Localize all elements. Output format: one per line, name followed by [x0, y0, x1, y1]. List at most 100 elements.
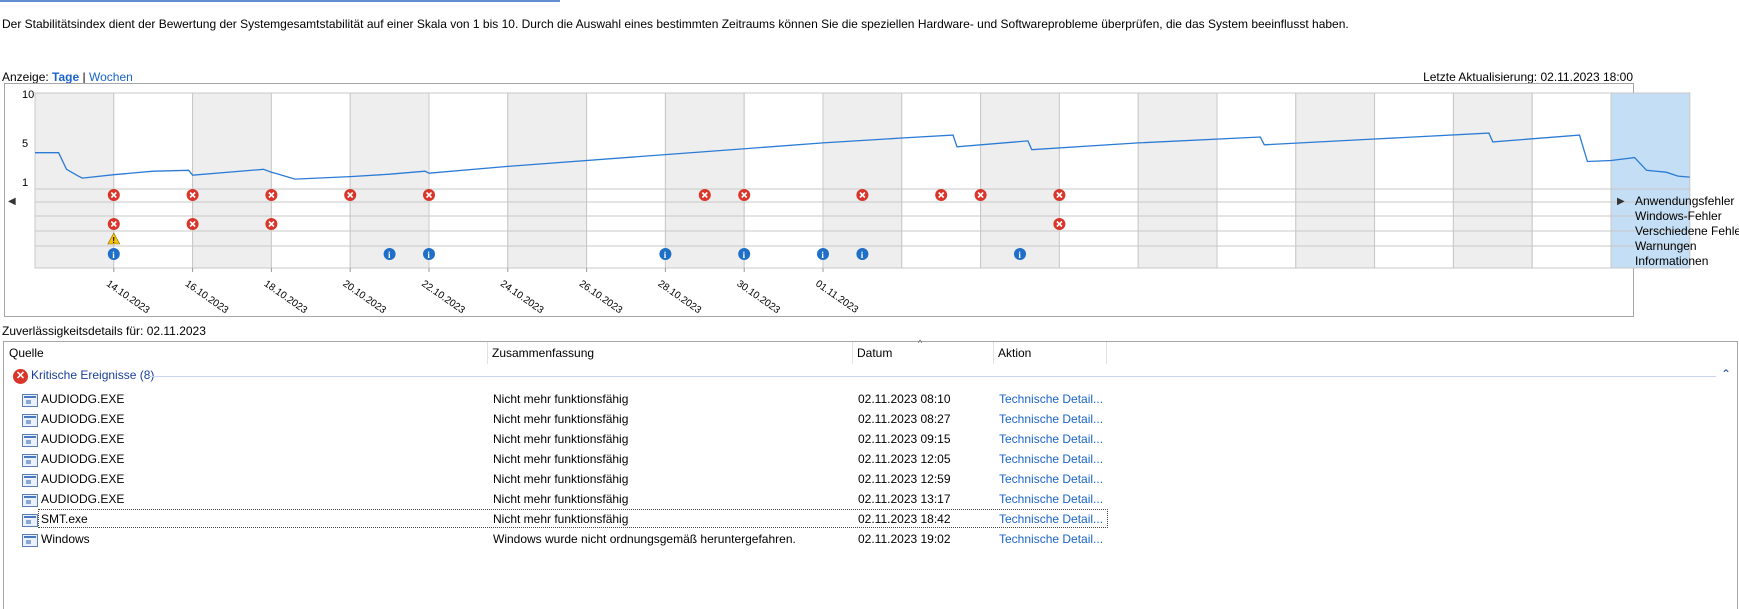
summary-cell: Windows wurde nicht ordnungsgemäß herunt…: [493, 532, 796, 546]
table-row[interactable]: AUDIODG.EXE Nicht mehr funktionsfähig 02.1…: [4, 451, 1724, 469]
action-link[interactable]: Technische Detail...: [999, 412, 1103, 426]
row-label-windows-errors: Windows-Fehler: [1635, 209, 1722, 223]
day-column[interactable]: [822, 92, 903, 269]
x-tick-label: 24.10.2023: [498, 278, 546, 316]
column-header-source[interactable]: Quelle: [9, 346, 44, 360]
source-cell: AUDIODG.EXE: [41, 432, 125, 446]
x-tick-label: 18.10.2023: [262, 278, 310, 316]
day-column[interactable]: [664, 92, 745, 269]
day-column[interactable]: [349, 92, 430, 269]
row-label-misc-errors: Verschiedene Fehler: [1635, 224, 1739, 238]
table-row[interactable]: AUDIODG.EXE Nicht mehr funktionsfähig 02.1…: [4, 471, 1724, 489]
summary-cell: Nicht mehr funktionsfähig: [493, 412, 629, 426]
scroll-left-arrow[interactable]: ◀: [8, 196, 16, 207]
x-tick-label: 16.10.2023: [183, 278, 231, 316]
day-column[interactable]: [1216, 92, 1297, 269]
date-cell: 02.11.2023 12:59: [858, 472, 951, 486]
day-column[interactable]: [1295, 92, 1376, 269]
group-divider: [148, 376, 1716, 377]
day-column[interactable]: [428, 92, 509, 269]
day-column[interactable]: [34, 92, 115, 269]
date-cell: 02.11.2023 13:17: [858, 492, 951, 506]
table-row[interactable]: AUDIODG.EXE Nicht mehr funktionsfähig 02.1…: [4, 391, 1724, 409]
x-tick-label: 30.10.2023: [734, 278, 782, 316]
summary-cell: Nicht mehr funktionsfähig: [493, 492, 629, 506]
date-cell: 02.11.2023 08:27: [858, 412, 951, 426]
source-cell: AUDIODG.EXE: [41, 492, 125, 506]
date-cell: 02.11.2023 09:15: [858, 432, 951, 446]
day-column[interactable]: [192, 92, 272, 269]
day-column[interactable]: [1374, 92, 1454, 269]
table-row[interactable]: AUDIODG.EXE Nicht mehr funktionsfähig 02.1…: [4, 491, 1724, 509]
error-icon: ✕: [13, 369, 28, 384]
day-column[interactable]: [113, 92, 194, 269]
summary-cell: Nicht mehr funktionsfähig: [493, 452, 629, 466]
row-label-warnings: Warnungen: [1635, 239, 1697, 253]
sort-caret-icon: ^: [918, 338, 923, 348]
scroll-right-arrow[interactable]: ▶: [1617, 196, 1625, 207]
table-row[interactable]: AUDIODG.EXE Nicht mehr funktionsfähig 02.1…: [4, 411, 1724, 429]
day-column[interactable]: [980, 92, 1060, 269]
warning-icon-mark: !: [112, 236, 115, 245]
row-label-info: Informationen: [1635, 254, 1709, 268]
day-column[interactable]: [270, 92, 351, 269]
column-divider[interactable]: [993, 342, 994, 364]
application-icon: [22, 454, 38, 467]
y-tick-label: 10: [22, 89, 34, 101]
column-header-summary[interactable]: Zusammenfassung: [492, 346, 594, 360]
application-icon: [22, 494, 38, 507]
y-tick-label: 1: [22, 177, 28, 189]
application-icon: [22, 474, 38, 487]
summary-cell: Nicht mehr funktionsfähig: [493, 432, 629, 446]
stability-chart[interactable]: 1051!i i i i i i i i14.10.2023 16.10.2023 18.10.2…: [0, 0, 1739, 330]
day-column[interactable]: [507, 92, 588, 269]
table-row[interactable]: Windows Windows wurde nicht ordnungsgemäß…: [4, 531, 1724, 549]
action-link[interactable]: Technische Detail...: [999, 392, 1103, 406]
y-tick-label: 5: [22, 138, 28, 150]
application-icon: [22, 434, 38, 447]
action-link[interactable]: Technische Detail...: [999, 432, 1103, 446]
date-cell: 02.11.2023 08:10: [858, 392, 951, 406]
date-cell: 02.11.2023 12:05: [858, 452, 951, 466]
day-column[interactable]: [1058, 92, 1139, 269]
application-icon: [22, 394, 38, 407]
day-column[interactable]: [743, 92, 824, 269]
x-tick-label: 22.10.2023: [419, 278, 467, 316]
day-column[interactable]: [1137, 92, 1218, 269]
day-column[interactable]: [901, 92, 982, 269]
column-divider[interactable]: [487, 342, 488, 364]
summary-cell: Nicht mehr funktionsfähig: [493, 392, 629, 406]
source-cell: AUDIODG.EXE: [41, 392, 125, 406]
x-tick-label: 28.10.2023: [656, 278, 704, 316]
day-column[interactable]: [1531, 92, 1612, 269]
application-icon: [22, 534, 38, 547]
column-header-date[interactable]: Datum: [857, 346, 892, 360]
day-column[interactable]: [1452, 92, 1533, 269]
x-tick-label: 14.10.2023: [104, 278, 152, 316]
details-label: Zuverlässigkeitsdetails für: 02.11.2023: [2, 324, 206, 338]
source-cell: Windows: [41, 532, 90, 546]
date-cell: 02.11.2023 19:02: [858, 532, 951, 546]
column-divider[interactable]: [1106, 342, 1107, 364]
action-link[interactable]: Technische Detail...: [999, 452, 1103, 466]
collapse-group-icon[interactable]: ⌃: [1721, 367, 1731, 381]
group-header-critical[interactable]: Kritische Ereignisse (8): [31, 368, 154, 382]
source-cell: AUDIODG.EXE: [41, 472, 125, 486]
row-label-app-errors: Anwendungsfehler: [1635, 194, 1735, 208]
table-row[interactable]: AUDIODG.EXE Nicht mehr funktionsfähig 02.1…: [4, 431, 1724, 449]
application-icon: [22, 514, 38, 527]
source-cell: AUDIODG.EXE: [41, 452, 125, 466]
application-icon: [22, 414, 38, 427]
x-tick-label: 01.11.2023: [813, 278, 860, 316]
row-focus-outline: [38, 509, 1108, 528]
day-column[interactable]: [586, 92, 666, 269]
action-link[interactable]: Technische Detail...: [999, 492, 1103, 506]
action-link[interactable]: Technische Detail...: [999, 532, 1103, 546]
action-link[interactable]: Technische Detail...: [999, 472, 1103, 486]
summary-cell: Nicht mehr funktionsfähig: [493, 472, 629, 486]
x-tick-label: 20.10.2023: [340, 278, 388, 316]
source-cell: AUDIODG.EXE: [41, 412, 125, 426]
column-header-action[interactable]: Aktion: [998, 346, 1031, 360]
x-tick-label: 26.10.2023: [577, 278, 625, 316]
column-divider[interactable]: [852, 342, 853, 364]
